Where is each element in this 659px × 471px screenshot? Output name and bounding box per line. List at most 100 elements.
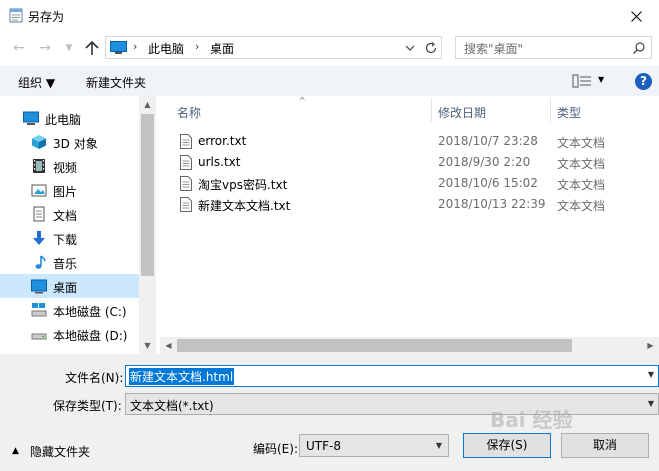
text-file-icon (180, 197, 192, 212)
breadcrumb-desktop[interactable]: 桌面 (210, 40, 234, 57)
scroll-left-arrow-icon[interactable]: ◀ (160, 337, 177, 354)
organize-button[interactable]: 组织 ▼ (18, 74, 55, 91)
sidebar-item-label: 本地磁盘 (D:) (53, 329, 128, 343)
scrollbar-thumb[interactable] (141, 114, 154, 276)
back-arrow-icon[interactable]: ← (10, 39, 28, 57)
close-icon (630, 10, 642, 22)
breadcrumb-separator[interactable]: › (195, 40, 199, 53)
file-type: 文本文档 (557, 136, 606, 150)
breadcrumb-separator[interactable]: › (133, 40, 137, 53)
sidebar-item-documents[interactable]: 文档 (0, 202, 139, 226)
file-type: 文本文档 (557, 178, 606, 192)
savetype-value: 文本文档(*.txt) (130, 399, 214, 413)
file-type: 文本文档 (557, 157, 606, 171)
cube-icon (32, 135, 46, 149)
computer-icon (23, 111, 39, 125)
horizontal-scrollbar[interactable]: ◀ ▶ (160, 337, 659, 354)
sidebar-item-label: 文档 (53, 209, 78, 223)
sidebar-item-music[interactable]: 音乐 (0, 250, 139, 274)
column-header-type[interactable]: 类型 (557, 104, 581, 121)
chevron-down-icon[interactable] (403, 41, 417, 55)
filename-field[interactable]: 新建文本文档.html ▼ (125, 365, 659, 387)
computer-icon (110, 41, 127, 54)
search-input[interactable]: 搜索"桌面" (464, 40, 523, 57)
file-date: 2018/9/30 2:20 (438, 155, 531, 169)
file-date: 2018/10/6 15:02 (438, 176, 538, 190)
scroll-right-arrow-icon[interactable]: ▶ (642, 337, 659, 354)
refresh-icon[interactable] (423, 40, 439, 56)
new-folder-button[interactable]: 新建文件夹 (86, 74, 146, 91)
sidebar-item-drive-d[interactable]: 本地磁盘 (D:) (0, 322, 139, 346)
chevron-down-icon[interactable]: ▼ (648, 399, 654, 408)
file-row[interactable]: urls.txt 2018/9/30 2:20 文本文档 (160, 152, 659, 173)
breadcrumb-this-pc[interactable]: 此电脑 (148, 40, 184, 57)
sidebar-item-label: 本地磁盘 (C:) (53, 305, 127, 319)
file-list: ^ 名称 修改日期 类型 error.txt 2018/10/7 23:28 文… (160, 96, 659, 354)
windows-drive-icon (31, 303, 47, 317)
close-button[interactable] (613, 0, 659, 32)
savetype-label: 保存类型(T): (53, 399, 122, 413)
file-row[interactable]: 新建文本文档.txt 2018/10/13 22:39 文本文档 (160, 194, 659, 215)
file-type: 文本文档 (557, 199, 606, 213)
chevron-down-icon[interactable]: ▼ (648, 370, 654, 379)
chevron-down-icon[interactable]: ▼ (436, 441, 442, 450)
sidebar-item-videos[interactable]: 视频 (0, 154, 139, 178)
scrollbar-thumb[interactable] (177, 339, 572, 352)
sidebar-item-downloads[interactable]: 下载 (0, 226, 139, 250)
sidebar-item-label: 下载 (53, 233, 78, 247)
search-box[interactable]: 搜索"桌面" (455, 36, 652, 59)
sidebar-item-drive-c[interactable]: 本地磁盘 (C:) (0, 298, 139, 322)
navigation-pane: 此电脑 3D 对象 视频 图片 文档 下载 音乐 桌面 本地磁盘 (C:) 本地… (0, 96, 155, 354)
view-options-icon[interactable] (572, 73, 592, 89)
search-icon[interactable] (632, 41, 646, 55)
cancel-button[interactable]: 取消 (561, 433, 649, 458)
column-header-name[interactable]: 名称 (177, 104, 201, 121)
file-row[interactable]: error.txt 2018/10/7 23:28 文本文档 (160, 131, 659, 152)
sidebar-item-pictures[interactable]: 图片 (0, 178, 139, 202)
file-name: urls.txt (198, 155, 241, 169)
hide-folders-button[interactable]: 隐藏文件夹 (30, 443, 90, 460)
chevron-down-icon[interactable]: ▼ (598, 75, 604, 84)
column-divider[interactable] (550, 98, 551, 122)
window-title: 另存为 (28, 10, 65, 24)
music-note-icon (35, 255, 46, 269)
help-icon[interactable]: ? (635, 73, 652, 90)
title-bar: 另存为 (0, 0, 659, 32)
watermark: Bai 经验 (490, 408, 573, 432)
recent-locations-chevron-icon[interactable]: ▼ (62, 39, 76, 57)
sidebar-item-desktop[interactable]: 桌面 (0, 274, 139, 298)
chevron-up-icon[interactable]: ▲ (12, 446, 19, 456)
filename-label: 文件名(N): (65, 371, 124, 385)
filename-value[interactable]: 新建文本文档.html (129, 368, 235, 385)
encoding-value: UTF-8 (306, 439, 341, 453)
sidebar-item-label: 音乐 (53, 257, 78, 271)
file-name: 新建文本文档.txt (198, 199, 291, 213)
notepad-icon (9, 8, 23, 23)
savetype-select[interactable]: 文本文档(*.txt) ▼ (125, 393, 659, 415)
column-divider[interactable] (431, 98, 432, 122)
encoding-select[interactable]: UTF-8 ▼ (299, 434, 449, 457)
save-button[interactable]: 保存(S) (463, 433, 551, 458)
command-bar: 组织 ▼ 新建文件夹 ▼ ? (0, 66, 659, 96)
scroll-down-arrow-icon[interactable]: ▼ (139, 337, 156, 354)
scroll-up-arrow-icon[interactable]: ▲ (139, 96, 156, 113)
film-icon (33, 159, 45, 173)
document-icon (33, 206, 45, 222)
save-form: 文件名(N): 新建文本文档.html ▼ 保存类型(T): 文本文档(*.tx… (0, 354, 659, 471)
address-bar[interactable]: › 此电脑 › 桌面 (105, 36, 442, 59)
drive-icon (31, 333, 47, 340)
column-header-date[interactable]: 修改日期 (438, 104, 486, 121)
encoding-label: 编码(E): (253, 442, 298, 456)
file-date: 2018/10/7 23:28 (438, 134, 538, 148)
sidebar-scrollbar[interactable]: ▲ ▼ (139, 96, 156, 354)
forward-arrow-icon[interactable]: → (36, 39, 54, 57)
sidebar-item-3d-objects[interactable]: 3D 对象 (0, 130, 139, 154)
picture-icon (31, 184, 47, 197)
file-row[interactable]: 淘宝vps密码.txt 2018/10/6 15:02 文本文档 (160, 173, 659, 194)
download-arrow-icon (33, 231, 45, 245)
up-arrow-icon[interactable] (82, 38, 102, 58)
sidebar-item-this-pc[interactable]: 此电脑 (0, 106, 139, 130)
text-file-icon (180, 134, 192, 149)
sidebar-item-label: 桌面 (53, 281, 78, 295)
sidebar-item-label: 图片 (53, 185, 78, 199)
